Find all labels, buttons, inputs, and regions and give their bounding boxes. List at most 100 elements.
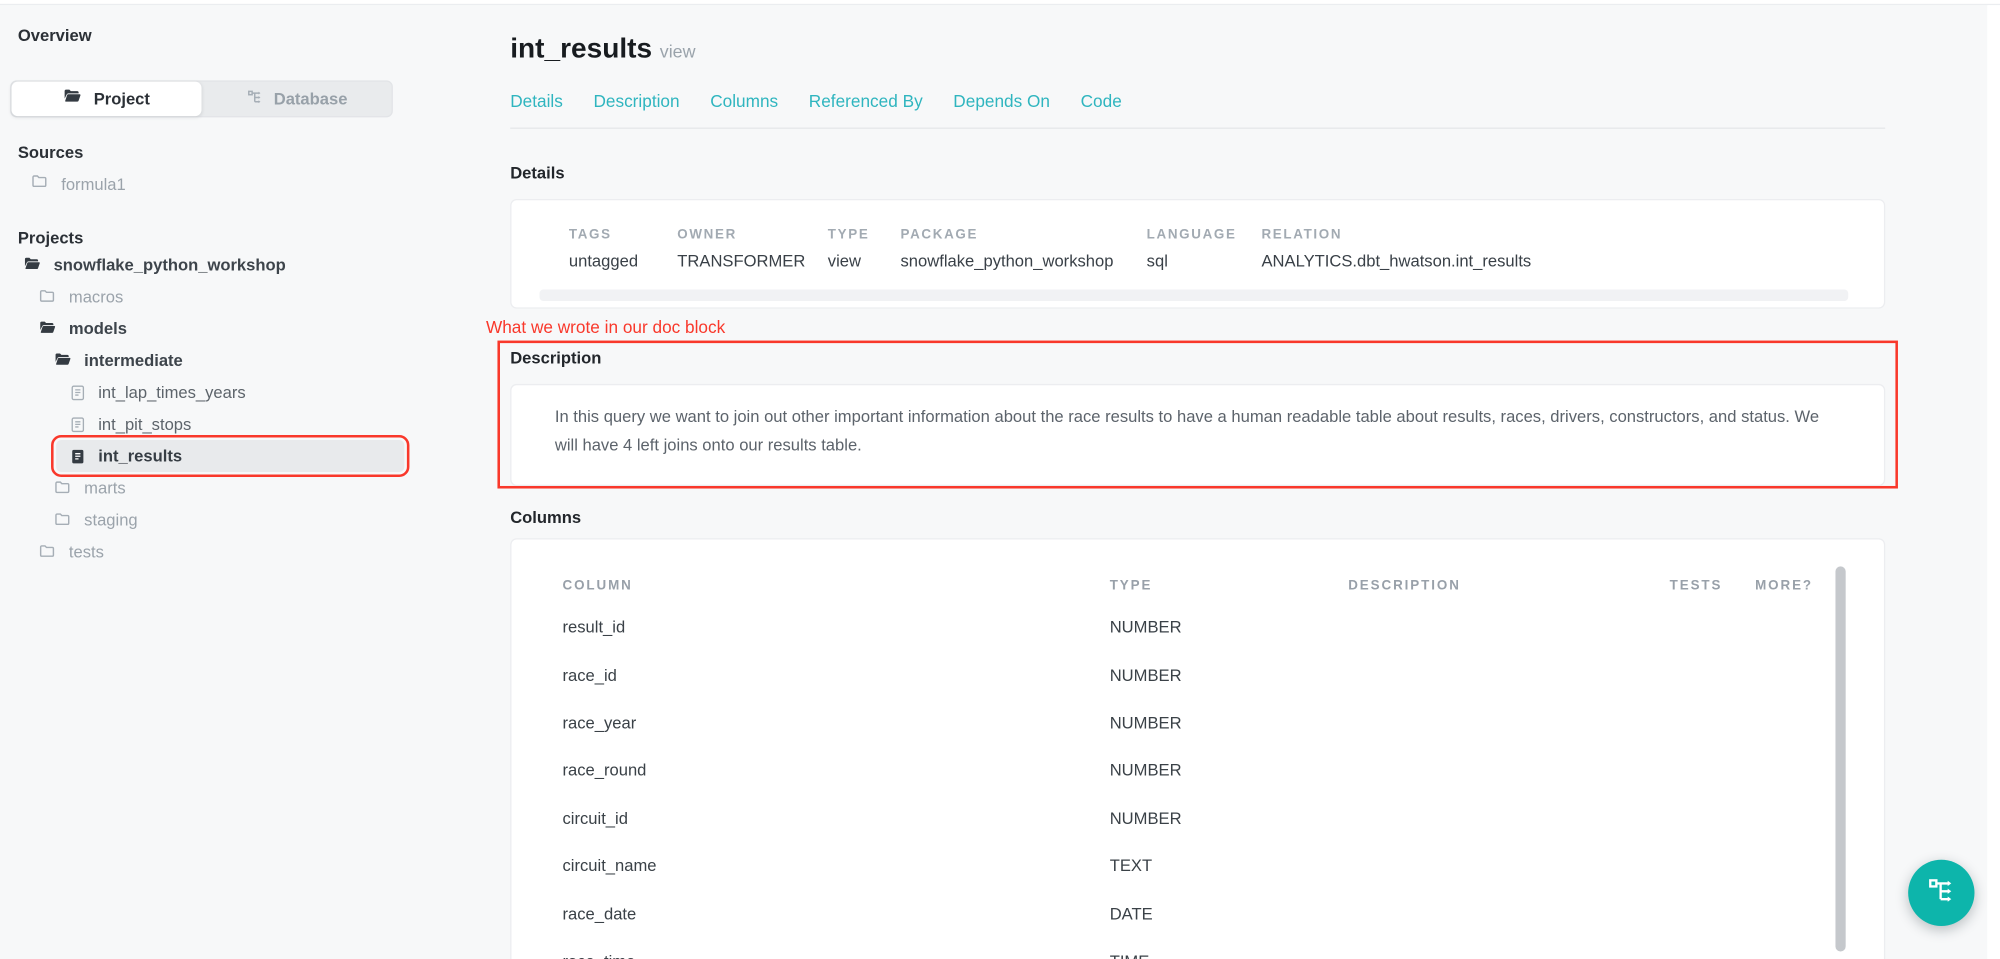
hierarchy-icon (246, 88, 264, 110)
column-header-tests: TESTS (1670, 577, 1755, 592)
field-label-tags: TAGS (569, 227, 677, 242)
table-row-race-date[interactable]: race_date DATE (562, 889, 1883, 937)
red-annotation-text: What we wrote in our doc block (486, 318, 1885, 337)
folder-open-icon (54, 351, 73, 370)
description-heading: Description (510, 348, 1885, 367)
description-card: In this query we want to join out other … (510, 384, 1885, 486)
sidebar-item-int-results[interactable]: int_results (56, 440, 404, 472)
tab-depends-on[interactable]: Depends On (953, 92, 1050, 111)
cell-column-type: TEXT (1110, 856, 1349, 875)
tree-item-label: int_results (98, 446, 182, 465)
sidebar-item-snowflake-python-workshop[interactable]: snowflake_python_workshop (0, 249, 485, 281)
cell-column-type: DATE (1110, 904, 1349, 923)
folder-closed-icon (54, 510, 73, 529)
cell-column-type: NUMBER (1110, 761, 1349, 780)
field-label-language: LANGUAGE (1147, 227, 1262, 242)
source-label: formula1 (61, 174, 126, 193)
projects-heading: Projects (18, 228, 83, 247)
folder-closed-icon (54, 478, 73, 497)
field-label-owner: OWNER (677, 227, 828, 242)
field-value-tags: untagged (569, 251, 677, 270)
tree-item-label: marts (84, 478, 125, 497)
cell-column-name: race_time (562, 951, 1109, 959)
table-header-row: COLUMN TYPE DESCRIPTION TESTS MORE? (562, 577, 1883, 594)
cell-column-type: NUMBER (1110, 808, 1349, 827)
column-header-column: COLUMN (562, 577, 1109, 592)
table-row-race-round[interactable]: race_round NUMBER (562, 746, 1883, 794)
toggle-database-label: Database (274, 89, 348, 108)
sidebar-item-formula1[interactable]: formula1 (31, 171, 126, 197)
table-row-circuit-id[interactable]: circuit_id NUMBER (562, 794, 1883, 842)
table-row-circuit-name[interactable]: circuit_name TEXT (562, 842, 1883, 890)
cell-column-name: circuit_name (562, 856, 1109, 875)
tree-item-label: models (69, 319, 127, 338)
dbt-docs-page: Overview Project Database Sources formul… (0, 0, 2000, 959)
column-header-more: MORE? (1755, 577, 1884, 592)
field-value-owner: TRANSFORMER (677, 251, 828, 270)
view-toggle: Project Database (10, 80, 393, 117)
tab-details[interactable]: Details (510, 92, 563, 111)
cell-column-type: NUMBER (1110, 713, 1349, 732)
sidebar-item-marts[interactable]: marts (0, 472, 485, 504)
sidebar: Overview Project Database Sources formul… (0, 0, 485, 959)
lineage-graph-icon (1925, 873, 1958, 913)
folder-closed-icon (31, 172, 50, 195)
field-value-language: sql (1147, 251, 1262, 270)
field-label-type: TYPE (828, 227, 901, 242)
tree-item-label: intermediate (84, 351, 183, 370)
cell-column-type: TIME (1110, 951, 1349, 959)
table-scrollbar[interactable] (1835, 566, 1845, 951)
sidebar-item-tests[interactable]: tests (0, 536, 485, 568)
folder-closed-icon (38, 542, 57, 561)
folder-open-icon (23, 255, 42, 274)
tree-item-label: int_lap_times_years (98, 383, 245, 402)
tab-columns[interactable]: Columns (710, 92, 778, 111)
sidebar-item-int-lap-times-years[interactable]: int_lap_times_years (0, 376, 485, 408)
cell-column-name: race_id (562, 665, 1109, 684)
tab-description[interactable]: Description (593, 92, 679, 111)
column-header-type: TYPE (1110, 577, 1349, 592)
overview-heading: Overview (18, 26, 92, 45)
tab-code[interactable]: Code (1081, 92, 1122, 111)
file-icon (69, 415, 87, 433)
folder-open-icon (38, 319, 57, 338)
description-body: In this query we want to join out other … (555, 403, 1833, 458)
details-heading: Details (510, 163, 1885, 182)
cell-column-type: NUMBER (1110, 665, 1349, 684)
columns-card: COLUMN TYPE DESCRIPTION TESTS MORE? resu… (510, 538, 1885, 959)
sidebar-item-int-pit-stops[interactable]: int_pit_stops (0, 408, 485, 440)
sidebar-item-intermediate[interactable]: intermediate (0, 344, 485, 376)
lineage-graph-button[interactable] (1908, 860, 1974, 926)
tree-item-label: staging (84, 510, 137, 529)
folder-open-icon (63, 87, 83, 111)
cell-column-name: result_id (562, 618, 1109, 637)
details-card: TAGS untagged OWNER TRANSFORMER TYPE vie… (510, 199, 1885, 309)
sources-heading: Sources (18, 143, 83, 162)
field-label-relation: RELATION (1261, 227, 1863, 242)
model-type-label: view (660, 41, 696, 61)
table-row-result-id[interactable]: result_id NUMBER (562, 603, 1883, 651)
table-row-race-time[interactable]: race_time TIME (562, 937, 1883, 959)
red-annotation-box: Description In this query we want to joi… (497, 341, 1898, 489)
field-value-type: view (828, 251, 901, 270)
project-tree: snowflake_python_workshop macros models … (0, 249, 485, 568)
field-value-relation: ANALYTICS.dbt_hwatson.int_results (1261, 251, 1863, 270)
field-label-package: PACKAGE (901, 227, 1147, 242)
toggle-database-button[interactable]: Database (202, 82, 392, 116)
file-icon (69, 383, 87, 401)
toggle-project-button[interactable]: Project (11, 82, 201, 116)
columns-heading: Columns (510, 508, 1885, 527)
tree-item-label: snowflake_python_workshop (54, 255, 286, 274)
cell-column-name: race_date (562, 904, 1109, 923)
table-body: result_id NUMBER race_id NUMBER race_yea… (562, 603, 1883, 959)
tab-referenced-by[interactable]: Referenced By (809, 92, 923, 111)
toggle-project-label: Project (94, 89, 150, 108)
details-collapsed-strip (540, 290, 1849, 301)
table-row-race-year[interactable]: race_year NUMBER (562, 699, 1883, 747)
sidebar-item-staging[interactable]: staging (0, 504, 485, 536)
file-filled-icon (69, 447, 87, 465)
table-row-race-id[interactable]: race_id NUMBER (562, 651, 1883, 699)
sidebar-item-models[interactable]: models (0, 312, 485, 344)
main-content: int_resultsview Details Description Colu… (510, 0, 1885, 959)
sidebar-item-macros[interactable]: macros (0, 281, 485, 313)
